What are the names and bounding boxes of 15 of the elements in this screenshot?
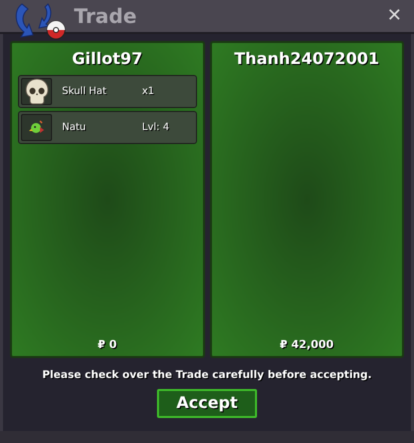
notice-text: Please check over the Trade carefully before accepting. bbox=[42, 368, 372, 383]
accept-button[interactable]: Accept bbox=[157, 388, 257, 418]
item-detail: Lvl: 4 bbox=[142, 121, 170, 135]
window-title: Trade bbox=[74, 3, 137, 30]
item-name: Natu bbox=[62, 121, 87, 135]
trade-item[interactable]: Skull Hat x1 bbox=[18, 75, 196, 108]
trade-item[interactable]: Natu Lvl: 4 bbox=[18, 111, 196, 144]
player-name: Gillot97 bbox=[72, 48, 142, 70]
player-name: Thanh24072001 bbox=[234, 48, 380, 70]
item-name: Skull Hat bbox=[62, 85, 108, 99]
money-amount: ₽ 0 bbox=[98, 336, 117, 352]
close-button[interactable]: ✕ bbox=[386, 7, 402, 25]
skull-icon bbox=[24, 78, 50, 106]
money-amount: ₽ 42,000 bbox=[280, 336, 334, 352]
item-detail: x1 bbox=[142, 85, 154, 99]
